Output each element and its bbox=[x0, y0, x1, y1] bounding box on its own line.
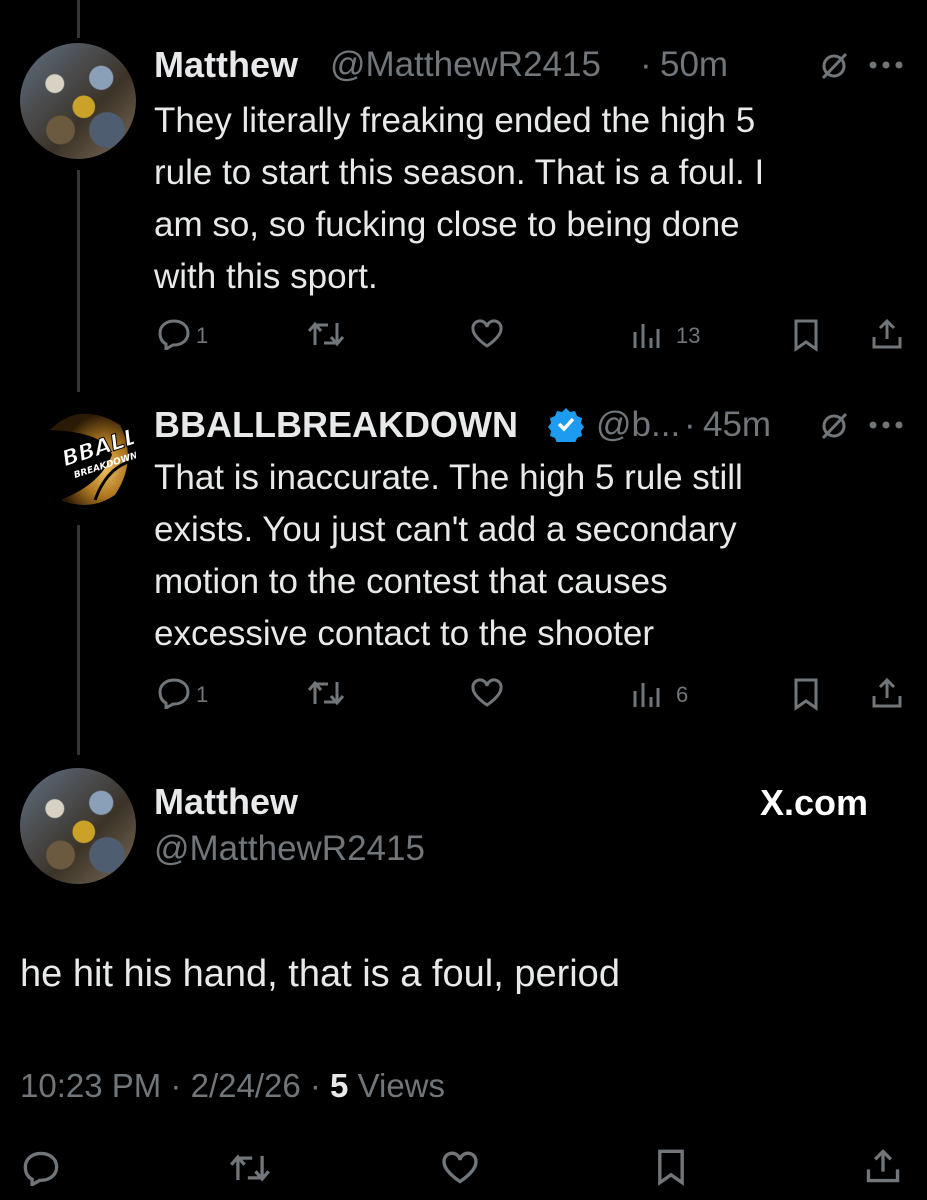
reply-count: 1 bbox=[196, 323, 209, 348]
share-icon[interactable] bbox=[870, 317, 904, 351]
brand-watermark: X.com bbox=[760, 782, 869, 823]
tweet-text: They literally freaking ended the high 5… bbox=[154, 95, 764, 303]
retweet-icon[interactable] bbox=[306, 318, 346, 350]
tweet-text-line: motion to the contest that causes bbox=[154, 562, 668, 601]
thread-line-2 bbox=[77, 525, 80, 755]
like-icon[interactable] bbox=[440, 1151, 480, 1185]
avatar[interactable] bbox=[20, 43, 136, 159]
reply-icon[interactable] bbox=[157, 677, 191, 709]
timestamp[interactable]: 50m bbox=[660, 45, 728, 85]
views-count: 5 bbox=[330, 1067, 349, 1104]
avatar[interactable] bbox=[20, 768, 136, 884]
timestamp[interactable]: 45m bbox=[703, 405, 771, 445]
share-icon[interactable] bbox=[870, 676, 904, 710]
like-icon[interactable] bbox=[470, 319, 504, 349]
tweet-meta: 10:23 PM · 2/24/26 · 5 Views bbox=[20, 1067, 445, 1105]
tweet-text-line: They literally freaking ended the high 5 bbox=[154, 101, 756, 140]
views-icon[interactable] bbox=[630, 320, 660, 350]
reply-icon[interactable] bbox=[22, 1150, 60, 1186]
main-tweet-text: he hit his hand, that is a foul, period bbox=[20, 953, 620, 995]
more-icon[interactable] bbox=[868, 60, 904, 70]
views-label: Views bbox=[357, 1067, 446, 1104]
display-name[interactable]: BBALLBREAKDOWN bbox=[154, 404, 518, 446]
grok-icon[interactable] bbox=[818, 50, 850, 82]
tweet-text-line: exists. You just can't add a secondary bbox=[154, 510, 737, 549]
display-name[interactable]: Matthew bbox=[154, 781, 298, 823]
share-icon[interactable] bbox=[864, 1147, 902, 1185]
views-count: 6 bbox=[676, 682, 689, 707]
grok-icon[interactable] bbox=[818, 410, 850, 442]
handle[interactable]: @MatthewR2415 bbox=[154, 829, 425, 869]
bookmark-icon[interactable] bbox=[792, 318, 820, 352]
avatar[interactable]: BBALL BREAKDOWN bbox=[20, 400, 136, 516]
separator-dot: · bbox=[170, 1067, 182, 1104]
handle[interactable]: @MatthewR2415 bbox=[330, 45, 601, 85]
reply-icon[interactable] bbox=[157, 318, 191, 350]
handle[interactable]: @b... bbox=[596, 405, 680, 445]
retweet-icon[interactable] bbox=[306, 677, 346, 709]
tweet-text-line: excessive contact to the shooter bbox=[154, 614, 654, 653]
bookmark-icon[interactable] bbox=[792, 677, 820, 711]
tweet-text-line: am so, so fucking close to being done bbox=[154, 205, 740, 244]
views-count: 13 bbox=[676, 323, 701, 348]
more-icon[interactable] bbox=[868, 420, 904, 430]
tweet-text-line: with this sport. bbox=[154, 257, 378, 296]
display-name[interactable]: Matthew bbox=[154, 44, 298, 86]
meta-time[interactable]: 10:23 PM bbox=[20, 1067, 161, 1104]
views-icon[interactable] bbox=[630, 679, 660, 709]
like-icon[interactable] bbox=[470, 678, 504, 708]
reply-count: 1 bbox=[196, 682, 209, 707]
bookmark-icon[interactable] bbox=[655, 1148, 687, 1186]
separator-dot: · bbox=[640, 45, 652, 84]
tweet-text-line: rule to start this season. That is a fou… bbox=[154, 153, 765, 192]
retweet-icon[interactable] bbox=[228, 1150, 272, 1186]
thread-line-top bbox=[77, 0, 80, 38]
tweet-text: That is inaccurate. The high 5 rule stil… bbox=[154, 452, 743, 660]
verified-icon bbox=[548, 406, 584, 442]
tweet-text-line: That is inaccurate. The high 5 rule stil… bbox=[154, 458, 743, 497]
separator-dot: · bbox=[309, 1067, 321, 1104]
thread-line-1 bbox=[77, 170, 80, 392]
bball-logo: BBALL BREAKDOWN bbox=[50, 413, 136, 505]
separator-dot: · bbox=[684, 405, 696, 444]
meta-date[interactable]: 2/24/26 bbox=[191, 1067, 301, 1104]
